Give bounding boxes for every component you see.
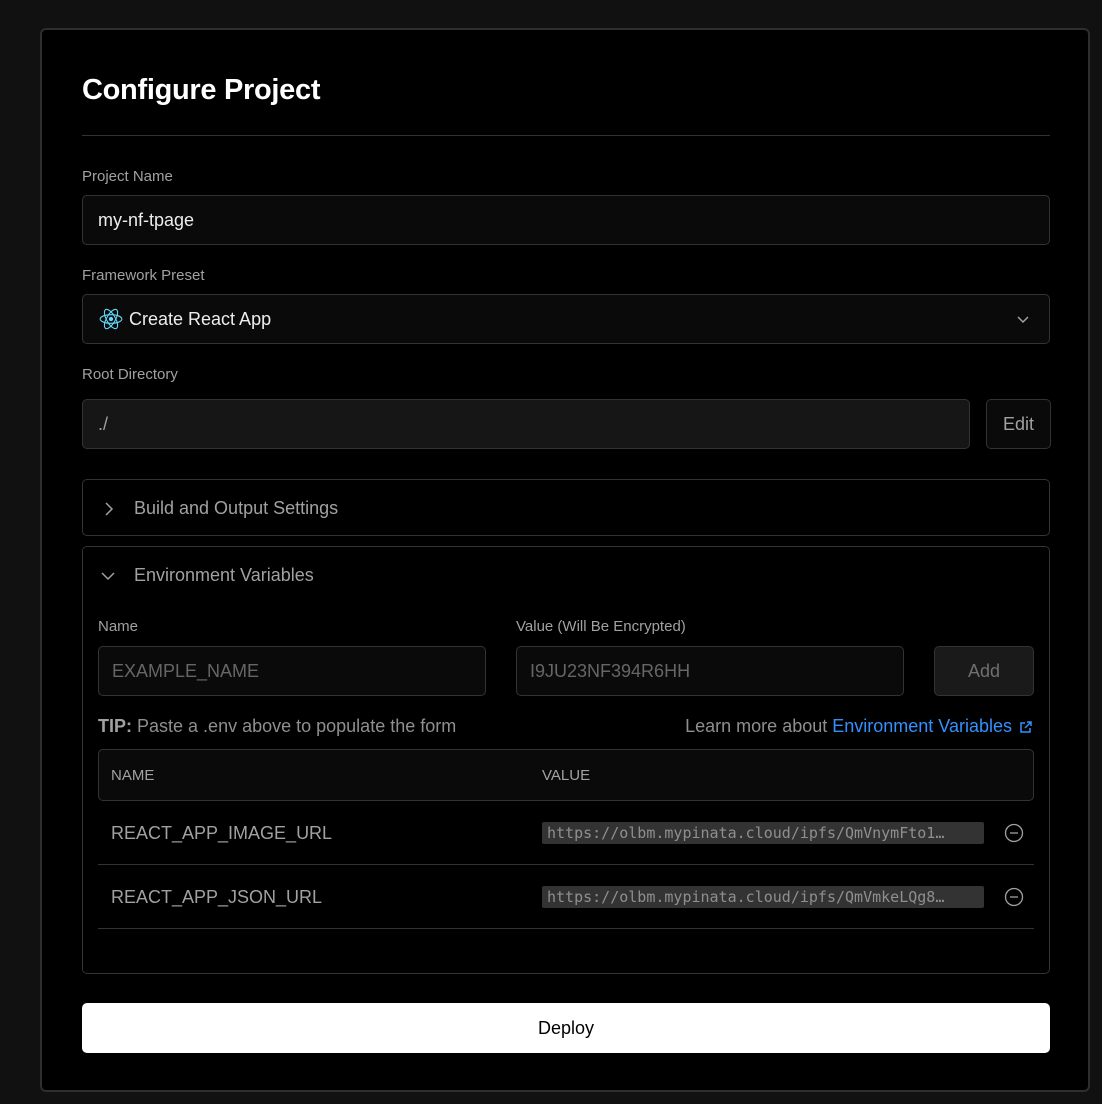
tip-text: Paste a .env above to populate the form — [137, 716, 457, 736]
build-output-settings-section: Build and Output Settings — [82, 479, 1050, 536]
environment-variables-label: Environment Variables — [134, 565, 314, 585]
chevron-down-icon — [101, 571, 115, 580]
configure-project-card: Configure Project Project Name my-nf-tpa… — [40, 28, 1090, 1092]
project-name-label: Project Name — [82, 168, 173, 185]
env-row-value: https://olbm.mypinata.cloud/ipfs/QmVmkeL… — [542, 886, 984, 908]
build-output-settings-label: Build and Output Settings — [134, 498, 339, 518]
project-name-input[interactable]: my-nf-tpage — [82, 195, 1050, 245]
framework-preset-label: Framework Preset — [82, 267, 205, 284]
chevron-right-icon — [105, 501, 114, 516]
env-row-name: REACT_APP_JSON_URL — [111, 887, 323, 907]
env-tip: TIP: Paste a .env above to populate the … — [98, 716, 456, 737]
learn-more: Learn more about Environment Variables — [685, 716, 1034, 737]
column-header-value: VALUE — [542, 767, 591, 784]
table-row: REACT_APP_JSON_URL https://olbm.mypinata… — [98, 865, 1034, 929]
environment-variables-toggle[interactable]: Environment Variables — [98, 565, 314, 586]
project-name-value: my-nf-tpage — [98, 209, 195, 230]
edit-root-directory-button[interactable]: Edit — [986, 399, 1051, 449]
chevron-down-icon — [1017, 316, 1029, 324]
env-name-label: Name — [98, 618, 139, 635]
env-row-name: REACT_APP_IMAGE_URL — [111, 823, 333, 843]
env-value-input[interactable] — [516, 646, 904, 696]
title-divider — [82, 135, 1050, 136]
external-link-icon[interactable] — [1018, 719, 1034, 735]
framework-preset-select[interactable]: Create React App — [82, 294, 1050, 344]
learn-more-prefix: Learn more about — [685, 716, 828, 736]
column-header-name: NAME — [111, 767, 155, 784]
page-title: Configure Project — [82, 74, 321, 106]
env-name-input[interactable] — [98, 646, 486, 696]
deploy-button[interactable]: Deploy — [82, 1003, 1050, 1053]
environment-variables-link[interactable]: Environment Variables — [832, 716, 1012, 737]
add-env-button[interactable]: Add — [934, 646, 1034, 696]
react-icon — [99, 308, 123, 330]
remove-circle-icon[interactable] — [1004, 823, 1024, 843]
root-directory-input: ./ — [82, 399, 970, 449]
env-table-header: NAME VALUE — [98, 749, 1034, 801]
table-row: REACT_APP_IMAGE_URL https://olbm.mypinat… — [98, 801, 1034, 865]
environment-variables-section: Environment Variables Name Value (Will B… — [82, 546, 1050, 974]
root-directory-label: Root Directory — [82, 366, 178, 383]
tip-prefix: TIP: — [98, 716, 132, 736]
env-row-value: https://olbm.mypinata.cloud/ipfs/QmVnymF… — [542, 822, 984, 844]
framework-preset-value: Create React App — [129, 308, 272, 329]
build-output-settings-toggle[interactable]: Build and Output Settings — [98, 498, 338, 519]
env-value-label: Value (Will Be Encrypted) — [516, 618, 686, 635]
root-directory-value: ./ — [98, 413, 109, 434]
remove-circle-icon[interactable] — [1004, 887, 1024, 907]
